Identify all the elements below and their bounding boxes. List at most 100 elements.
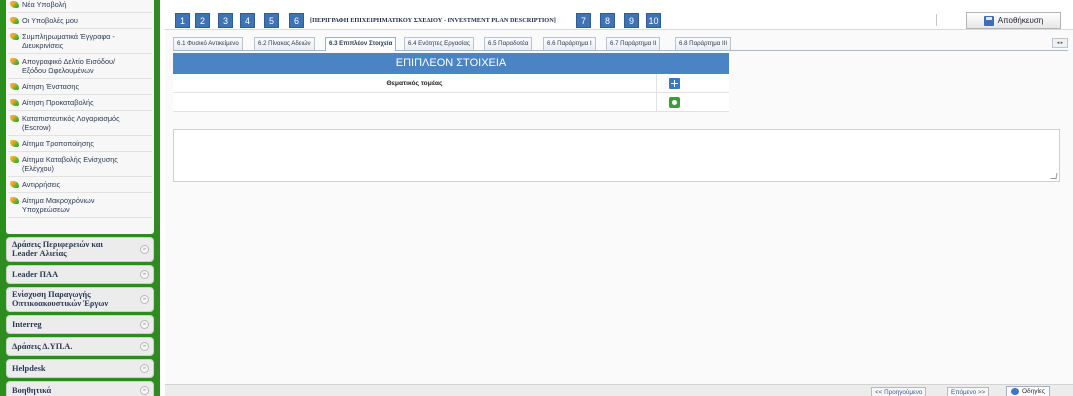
sidebar-section-label: Leader ΠΑΑ: [12, 270, 58, 279]
sidebar-section-text: Δράσεις Περιφερειών και: [12, 240, 104, 249]
leaf-icon: [10, 33, 19, 40]
step-toolbar: 1 2 3 4 5 6 7 8 9 10 [ΠΕΡΙΓΡΑΦΗ ΕΠΙΧΕΙΡΗΜΑΤΙΚΟΥ Σ…: [165, 0, 1073, 30]
leaf-icon: [10, 58, 19, 65]
help-label: Οδηγίες: [1022, 387, 1046, 395]
notes-textarea[interactable]: [173, 129, 1060, 182]
main-panel: 1 2 3 4 5 6 7 8 9 10 [ΠΕΡΙΓΡΑΦΗ ΕΠΙΧΕΙΡΗΜΑΤΙΚΟΥ Σ…: [165, 0, 1073, 396]
tab[interactable]: 6.2 Πίνακας Αδειών: [254, 37, 315, 50]
sidebar-section-text: Interreg: [12, 320, 42, 329]
save-label: Αποθήκευση: [997, 16, 1044, 25]
extra-info-header: ΕΠΙΠΛΕΟΝ ΣΤΟΙΧΕΙΑ: [173, 53, 729, 74]
sidebar-sections: Δράσεις Περιφερειών και Leader Αλιείας» Le…: [6, 237, 154, 396]
expand-chevron-icon[interactable]: »: [140, 270, 149, 279]
save-disk-icon: [983, 15, 994, 26]
sidebar-item-text: Αίτηση Προκαταβολής: [22, 98, 94, 107]
tab[interactable]: 6.8 Παράρτημα ΙΙΙ: [675, 37, 732, 50]
sidebar-item-label: Αίτηση Προκαταβολής: [22, 98, 150, 107]
next-button[interactable]: Επόμενο >>: [947, 387, 990, 396]
tab[interactable]: 6.3 Επιπλέον Στοιχεία: [325, 37, 397, 51]
step-button[interactable]: 4: [240, 13, 255, 28]
tab[interactable]: 6.4 Ενότητες Εργασίας: [404, 37, 474, 50]
sidebar-item[interactable]: Καταπιστευτικός Λογαριασμός (Escrow): [8, 111, 152, 136]
step-button[interactable]: 8: [600, 13, 615, 28]
sidebar-item-label: Αίτημα Μακροχρόνιων Υποχρεώσεων: [22, 196, 150, 214]
leaf-icon: [10, 156, 19, 163]
sidebar-section-label: Ενίσχυση Παραγωγής Οπτικοακουστικών Έργων: [12, 290, 109, 308]
sidebar-item[interactable]: Αντιρρήσεις: [8, 177, 152, 193]
sidebar-item-subtext: (Escrow): [22, 123, 51, 132]
sidebar-section-label: Δράσεις Περιφερειών και Leader Αλιείας: [12, 240, 104, 258]
step-button[interactable]: 2: [195, 13, 210, 28]
sidebar-item-label: Αντιρρήσεις: [22, 180, 150, 189]
sidebar-item[interactable]: Οι Υποβολές μου: [8, 13, 152, 29]
leaf-icon: [10, 115, 19, 122]
sidebar-section[interactable]: Δράσεις Περιφερειών και Leader Αλιείας »: [6, 237, 154, 262]
sidebar-item[interactable]: Αίτηση Ένστασης: [8, 79, 152, 95]
sidebar-item[interactable]: Αίτημα Τροποποίησης: [8, 136, 152, 152]
save-button[interactable]: Αποθήκευση: [966, 12, 1061, 29]
sidebar-item-label: Αίτηση Ένστασης: [22, 82, 150, 91]
sidebar-item-text: Νέα Υποβολή: [22, 0, 67, 9]
sidebar-item[interactable]: Αίτημα Μακροχρόνιων Υποχρεώσεων: [8, 193, 152, 218]
step-button[interactable]: 6: [289, 13, 304, 28]
sidebar-item-text: Απογραφικό Δελτίο Εισόδου/: [22, 57, 116, 66]
step-button[interactable]: 1: [175, 13, 190, 28]
sidebar-item-subtext: (Ελέγχου): [22, 164, 54, 173]
resize-grip-icon[interactable]: [1050, 173, 1058, 179]
sidebar-item-label: Αίτημα Τροποποίησης: [22, 139, 150, 148]
sidebar-section-text: Ενίσχυση Παραγωγής: [12, 290, 91, 299]
sidebar-item[interactable]: Συμπληρωματικά Έγγραφα - Διευκρινίσεις: [8, 29, 152, 54]
sidebar-section-text: Βοηθητικά: [12, 386, 52, 395]
expand-chevron-icon[interactable]: »: [140, 364, 149, 373]
sidebar-item[interactable]: Νέα Υποβολή: [8, 0, 152, 13]
step-button[interactable]: 3: [218, 13, 233, 28]
sidebar-section[interactable]: Ενίσχυση Παραγωγής Οπτικοακουστικών Έργων…: [6, 287, 154, 312]
expand-chevron-icon[interactable]: »: [140, 320, 149, 329]
expand-chevron-icon[interactable]: »: [140, 245, 149, 254]
sidebar-section[interactable]: Βοηθητικά »: [6, 381, 154, 396]
sidebar-item-label: Απογραφικό Δελτίο Εισόδου/Εξόδου Ωφελουμ…: [22, 57, 150, 75]
tab-scroll-arrows[interactable]: ◂ ▸: [1052, 38, 1068, 48]
leaf-icon: [10, 1, 19, 8]
expand-chevron-icon[interactable]: »: [140, 386, 149, 395]
sidebar-item[interactable]: Αίτημα Καταβολής Ενίσχυσης (Ελέγχου): [8, 152, 152, 177]
sidebar-section[interactable]: Δράσεις Δ.ΥΠ.Α. »: [6, 337, 154, 356]
help-button[interactable]: Οδηγίες: [1006, 386, 1050, 396]
sidebar-item[interactable]: Απογραφικό Δελτίο Εισόδου/Εξόδου Ωφελουμ…: [8, 54, 152, 79]
sidebar-menu: Νέα Υποβολή Οι Υποβολές μου Συμπληρωματικά…: [6, 0, 154, 234]
sidebar-section-subtext: Οπτικοακουστικών Έργων: [12, 298, 109, 308]
tab[interactable]: 6.5 Παραδοτέα: [484, 37, 533, 50]
sidebar-section-label: Δράσεις Δ.ΥΠ.Α.: [12, 342, 72, 351]
sidebar-section[interactable]: Interreg »: [6, 315, 154, 334]
leaf-icon: [10, 17, 19, 24]
step-button[interactable]: 5: [264, 13, 279, 28]
sidebar-item-label: Αίτημα Καταβολής Ενίσχυσης (Ελέγχου): [22, 155, 150, 173]
step-button[interactable]: 7: [576, 13, 591, 28]
sidebar-item-subtext: Διευκρινίσεις: [22, 41, 64, 50]
sidebar-section-label: Interreg: [12, 320, 42, 329]
leaf-icon: [10, 181, 19, 188]
sidebar-section-text: Leader ΠΑΑ: [12, 270, 59, 279]
tab[interactable]: 6.6 Παράρτημα Ι: [543, 37, 596, 50]
step-button[interactable]: 9: [624, 13, 639, 28]
add-row-icon[interactable]: [669, 97, 680, 108]
tab[interactable]: 6.1 Φυσικό Αντικείμενο: [173, 37, 243, 50]
help-icon: [1011, 388, 1019, 395]
sidebar-item-text: Αίτηση Ένστασης: [22, 82, 79, 91]
sidebar-item-subtext: Εξόδου Ωφελουμένων: [22, 66, 94, 75]
sidebar-item[interactable]: Αίτηση Προκαταβολής: [8, 95, 152, 111]
sidebar-section-subtext: Leader Αλιείας: [12, 248, 67, 258]
sidebar-item-label: Οι Υποβολές μου: [22, 16, 150, 25]
tab[interactable]: 6.7 Παράρτημα ΙΙ: [606, 37, 661, 50]
sidebar-section-label: Helpdesk: [12, 364, 46, 373]
tab-strip: ◂ ▸ 6.1 Φυσικό Αντικείμενο 6.2 Πίνακας Αδ…: [173, 37, 1068, 51]
grid-select-icon[interactable]: [669, 78, 680, 89]
sidebar-section[interactable]: Leader ΠΑΑ »: [6, 265, 154, 284]
sidebar-item-text: Συμπληρωματικά Έγγραφα -: [22, 32, 115, 41]
previous-button[interactable]: << Προηγούμενο: [871, 387, 927, 396]
step-button[interactable]: 10: [646, 13, 661, 28]
expand-chevron-icon[interactable]: »: [140, 295, 149, 304]
sidebar-section-text: Helpdesk: [12, 364, 46, 373]
expand-chevron-icon[interactable]: »: [140, 342, 149, 351]
sidebar-section[interactable]: Helpdesk »: [6, 359, 154, 378]
